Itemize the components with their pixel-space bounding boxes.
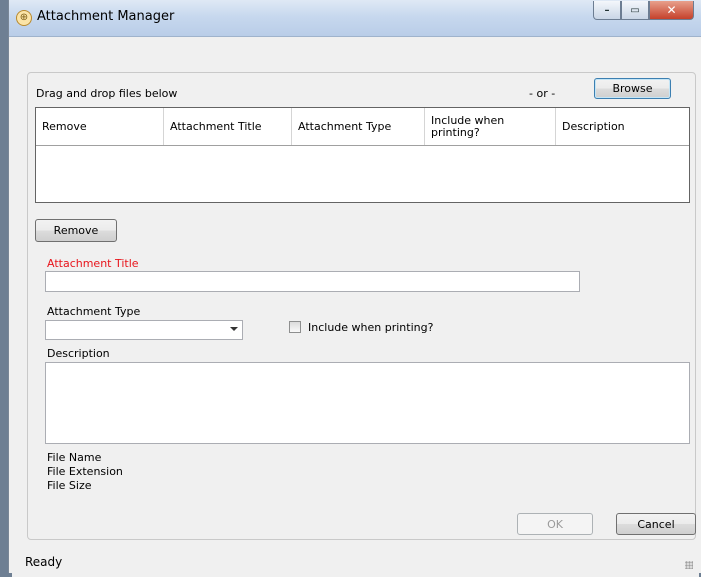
description-label: Description: [47, 347, 110, 360]
window-controls: – ▭ ✕: [593, 1, 694, 21]
column-header-remove[interactable]: Remove: [36, 108, 164, 145]
status-text: Ready: [25, 555, 63, 569]
ok-button[interactable]: OK: [517, 513, 593, 535]
window-title: Attachment Manager: [37, 9, 175, 24]
include-when-printing-label[interactable]: Include when printing?: [308, 321, 433, 334]
resize-grip-icon[interactable]: [685, 561, 693, 569]
file-extension-label: File Extension: [47, 465, 123, 478]
or-separator: - or -: [529, 87, 556, 100]
description-textarea[interactable]: [45, 362, 690, 444]
attachment-type-label: Attachment Type: [47, 305, 141, 318]
column-header-attachment-type[interactable]: Attachment Type: [292, 108, 425, 145]
attachment-title-label: Attachment Title: [47, 257, 139, 270]
maximize-button[interactable]: ▭: [621, 1, 649, 20]
cancel-button[interactable]: Cancel: [616, 513, 696, 535]
attachment-title-input[interactable]: [45, 271, 580, 292]
column-header-include-when-printing[interactable]: Include when printing?: [425, 108, 556, 145]
title-bar[interactable]: ⊕ Attachment Manager – ▭ ✕: [9, 0, 701, 37]
status-bar: Ready: [12, 544, 699, 574]
chevron-down-icon: [230, 327, 238, 331]
attachment-type-dropdown[interactable]: [45, 320, 243, 340]
grid-header: Remove Attachment Title Attachment Type …: [36, 108, 689, 146]
column-header-attachment-title[interactable]: Attachment Title: [164, 108, 292, 145]
drag-drop-instruction: Drag and drop files below: [36, 87, 178, 100]
minimize-button[interactable]: –: [593, 1, 621, 20]
attachments-grid[interactable]: Remove Attachment Title Attachment Type …: [35, 107, 690, 203]
attachment-manager-window: ⊕ Attachment Manager – ▭ ✕ Drag and drop…: [8, 0, 701, 577]
browse-button[interactable]: Browse: [594, 78, 671, 99]
include-when-printing-checkbox[interactable]: [289, 321, 301, 333]
file-name-label: File Name: [47, 451, 102, 464]
close-button[interactable]: ✕: [649, 1, 694, 20]
attachment-app-icon: ⊕: [16, 10, 32, 26]
remove-button[interactable]: Remove: [35, 219, 117, 242]
dialog-body: Drag and drop files below - or - Browse …: [12, 37, 699, 577]
column-header-description[interactable]: Description: [556, 108, 689, 145]
file-size-label: File Size: [47, 479, 92, 492]
